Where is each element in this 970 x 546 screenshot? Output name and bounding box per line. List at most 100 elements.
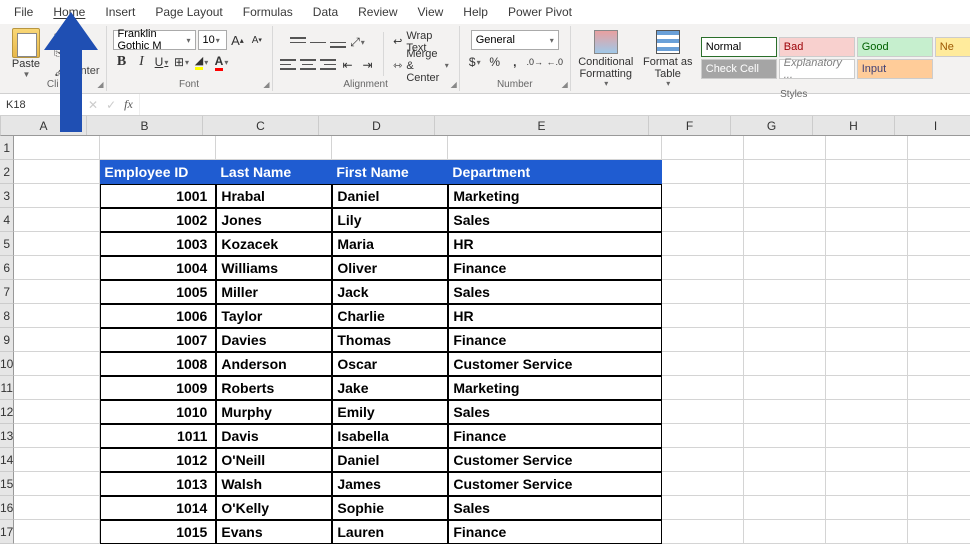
- cell[interactable]: [662, 352, 744, 376]
- cell[interactable]: [908, 424, 970, 448]
- cell[interactable]: [744, 424, 826, 448]
- cell[interactable]: [14, 400, 100, 424]
- cell[interactable]: [826, 400, 908, 424]
- cell[interactable]: Marketing: [448, 184, 662, 208]
- fill-color-button[interactable]: ◢▾: [193, 53, 211, 71]
- enter-formula-icon[interactable]: ✓: [106, 98, 116, 112]
- cell[interactable]: [744, 448, 826, 472]
- cell[interactable]: Thomas: [332, 328, 448, 352]
- cell[interactable]: [14, 208, 100, 232]
- menu-data[interactable]: Data: [303, 0, 348, 24]
- cell[interactable]: Walsh: [216, 472, 332, 496]
- align-bottom-button[interactable]: [329, 34, 347, 52]
- italic-button[interactable]: I: [133, 53, 151, 71]
- cell[interactable]: Anderson: [216, 352, 332, 376]
- cell[interactable]: O'Kelly: [216, 496, 332, 520]
- column-header[interactable]: A: [1, 116, 87, 135]
- column-header[interactable]: E: [435, 116, 649, 135]
- row-header[interactable]: 16: [0, 496, 14, 520]
- cell[interactable]: [662, 376, 744, 400]
- format-as-table-button[interactable]: Format as Table▾: [639, 28, 697, 89]
- row-header[interactable]: 7: [0, 280, 14, 304]
- row-header[interactable]: 4: [0, 208, 14, 232]
- cell[interactable]: Employee ID: [100, 160, 216, 184]
- dialog-launcher-icon[interactable]: ◢: [97, 80, 103, 89]
- cell[interactable]: [662, 232, 744, 256]
- cell[interactable]: [744, 232, 826, 256]
- comma-format-button[interactable]: ,: [506, 53, 524, 71]
- align-left-button[interactable]: [279, 56, 297, 74]
- cell[interactable]: Last Name: [216, 160, 332, 184]
- copy-button[interactable]: ⎘: [54, 46, 100, 61]
- align-top-button[interactable]: [289, 34, 307, 52]
- cell[interactable]: [744, 184, 826, 208]
- cell[interactable]: Maria: [332, 232, 448, 256]
- cell[interactable]: Sophie: [332, 496, 448, 520]
- row-header[interactable]: 13: [0, 424, 14, 448]
- row-header[interactable]: 14: [0, 448, 14, 472]
- cell[interactable]: Customer Service: [448, 352, 662, 376]
- cell[interactable]: Williams: [216, 256, 332, 280]
- cell[interactable]: Kozacek: [216, 232, 332, 256]
- cell[interactable]: Charlie: [332, 304, 448, 328]
- cell[interactable]: [744, 472, 826, 496]
- cell[interactable]: [332, 136, 448, 160]
- font-name-combo[interactable]: Franklin Gothic M▾: [113, 30, 196, 50]
- cell[interactable]: [14, 424, 100, 448]
- cell[interactable]: [100, 136, 216, 160]
- cell[interactable]: [826, 136, 908, 160]
- style-good[interactable]: Good: [857, 37, 933, 57]
- cell[interactable]: [14, 472, 100, 496]
- cell[interactable]: Sales: [448, 400, 662, 424]
- cell[interactable]: [662, 280, 744, 304]
- row-header[interactable]: 6: [0, 256, 14, 280]
- font-color-button[interactable]: A▾: [213, 53, 231, 71]
- cell[interactable]: [14, 376, 100, 400]
- cell[interactable]: [908, 400, 970, 424]
- cell[interactable]: [908, 280, 970, 304]
- increase-decimal-button[interactable]: .0→: [526, 53, 544, 71]
- cell[interactable]: Sales: [448, 496, 662, 520]
- cell[interactable]: Evans: [216, 520, 332, 544]
- style-explanatory[interactable]: Explanatory ...: [779, 59, 855, 79]
- cell[interactable]: [826, 520, 908, 544]
- cell[interactable]: [744, 160, 826, 184]
- cell[interactable]: 1012: [100, 448, 216, 472]
- style-input[interactable]: Input: [857, 59, 933, 79]
- cell[interactable]: [826, 328, 908, 352]
- menu-review[interactable]: Review: [348, 0, 407, 24]
- increase-indent-button[interactable]: ⇥: [359, 56, 377, 74]
- accounting-format-button[interactable]: $▾: [466, 53, 484, 71]
- row-headers[interactable]: 1234567891011121314151617: [0, 136, 14, 544]
- cell[interactable]: [826, 472, 908, 496]
- cell[interactable]: Finance: [448, 520, 662, 544]
- cell[interactable]: [826, 424, 908, 448]
- cell[interactable]: [662, 208, 744, 232]
- cell[interactable]: Marketing: [448, 376, 662, 400]
- cell[interactable]: [14, 520, 100, 544]
- style-check-cell[interactable]: Check Cell: [701, 59, 777, 79]
- cell[interactable]: [14, 232, 100, 256]
- cell[interactable]: 1009: [100, 376, 216, 400]
- align-middle-button[interactable]: [309, 34, 327, 52]
- cell[interactable]: 1007: [100, 328, 216, 352]
- cell[interactable]: Emily: [332, 400, 448, 424]
- cell[interactable]: Roberts: [216, 376, 332, 400]
- cell[interactable]: HR: [448, 232, 662, 256]
- cell[interactable]: [908, 136, 970, 160]
- style-bad[interactable]: Bad: [779, 37, 855, 57]
- cell[interactable]: [662, 472, 744, 496]
- cell-styles-gallery[interactable]: Normal Bad Good Ne Check Cell Explanator…: [701, 37, 970, 79]
- cell[interactable]: [662, 328, 744, 352]
- cell[interactable]: Jones: [216, 208, 332, 232]
- cell[interactable]: 1015: [100, 520, 216, 544]
- cell[interactable]: [826, 232, 908, 256]
- border-button[interactable]: ⊞▾: [173, 53, 191, 71]
- cell[interactable]: Jake: [332, 376, 448, 400]
- menu-formulas[interactable]: Formulas: [233, 0, 303, 24]
- cell[interactable]: Sales: [448, 208, 662, 232]
- cell[interactable]: [908, 496, 970, 520]
- cell[interactable]: [826, 184, 908, 208]
- cell-area[interactable]: Employee IDLast NameFirst NameDepartment…: [14, 136, 970, 544]
- menu-insert[interactable]: Insert: [95, 0, 145, 24]
